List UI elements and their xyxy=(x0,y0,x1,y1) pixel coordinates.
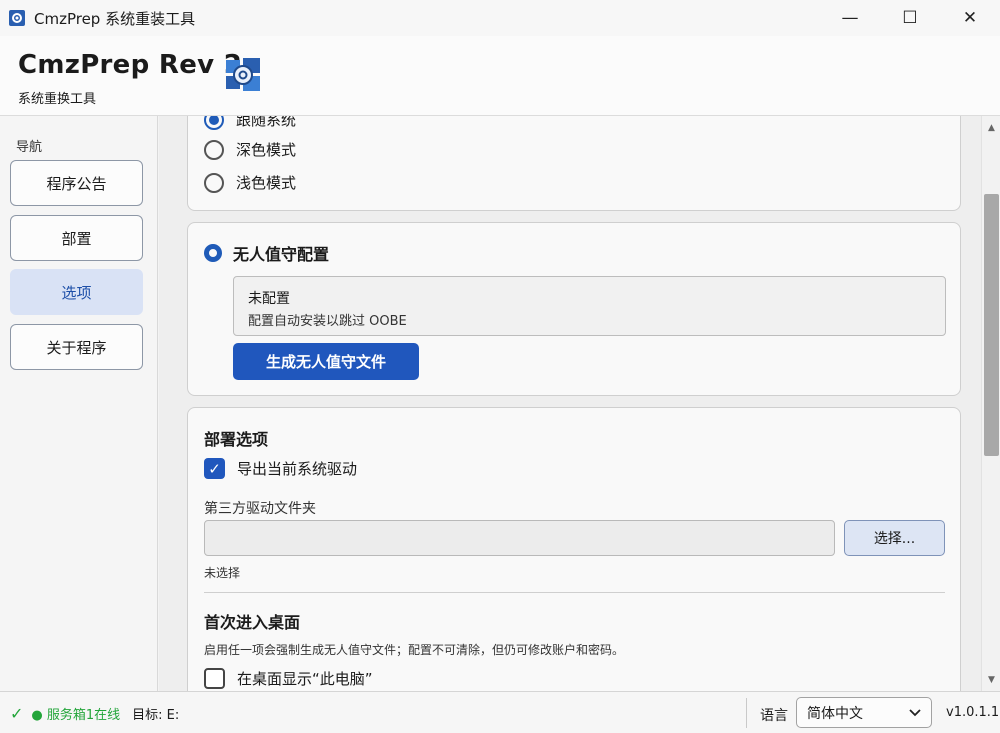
status-bar: ✓ ● 服务箱1在线 目标: E: 语言 简体中文 v1.0.1.1 xyxy=(0,691,1000,733)
generate-unattend-button[interactable]: 生成无人值守文件 xyxy=(233,343,419,380)
show-this-pc-checkbox[interactable]: 在桌面显示“此电脑” xyxy=(204,668,373,689)
unattend-status: 未配置 xyxy=(248,291,290,307)
theme-light-label: 浅色模式 xyxy=(236,174,297,192)
language-value: 简体中文 xyxy=(807,705,863,722)
theme-follow-system-label: 跟随系统 xyxy=(236,116,297,129)
theme-follow-system-radio[interactable]: 跟随系统 xyxy=(204,116,296,130)
windows-gear-logo-icon xyxy=(226,58,260,91)
vertical-scrollbar[interactable]: ▲ ▼ xyxy=(981,116,1000,691)
checkbox-empty-icon xyxy=(204,668,225,689)
theme-card: 跟随系统 深色模式 浅色模式 xyxy=(187,116,961,211)
check-icon: ✓ xyxy=(10,704,24,723)
options-content: 跟随系统 深色模式 浅色模式 无人值守配置 未配置 配置自动安装以跳过 OOBE… xyxy=(159,116,981,691)
radio-unchecked-icon xyxy=(204,139,224,160)
sidebar-nav: 导航 程序公告 部置 选项 关于程序 xyxy=(0,116,158,691)
minimize-button[interactable]: — xyxy=(820,0,880,36)
sidebar-item-options[interactable]: 选项 xyxy=(10,269,143,315)
scroll-thumb[interactable] xyxy=(984,194,999,456)
driver-folder-label: 第三方驱动文件夹 xyxy=(204,501,316,517)
app-gear-icon xyxy=(9,10,25,26)
sidebar-item-deploy[interactable]: 部置 xyxy=(10,215,143,261)
chevron-down-icon xyxy=(909,708,921,716)
maximize-button[interactable]: ☐ xyxy=(880,0,940,36)
sidebar-item-announcements[interactable]: 程序公告 xyxy=(10,160,143,206)
driver-folder-input[interactable] xyxy=(204,520,835,556)
divider xyxy=(204,592,945,593)
close-button[interactable]: ✕ xyxy=(940,0,1000,36)
scroll-up-arrow-icon[interactable]: ▲ xyxy=(982,119,1000,137)
service-online-status: ● 服务箱1在线 xyxy=(31,708,121,723)
export-drivers-label: 导出当前系统驱动 xyxy=(237,460,358,478)
language-label: 语言 xyxy=(760,708,788,724)
window-title: CmzPrep 系统重装工具 xyxy=(34,9,196,28)
folder-not-selected: 未选择 xyxy=(204,566,241,580)
target-drive: 目标: E: xyxy=(132,708,180,723)
first-desktop-description: 启用任一项会强制生成无人值守文件；配置不可清除，但仍可修改账户和密码。 xyxy=(204,643,625,657)
unattend-status-icon xyxy=(204,244,222,262)
language-select[interactable]: 简体中文 xyxy=(796,697,932,728)
unattend-card: 无人值守配置 未配置 配置自动安装以跳过 OOBE 生成无人值守文件 xyxy=(187,222,961,396)
theme-dark-label: 深色模式 xyxy=(236,141,297,159)
choose-folder-button[interactable]: 选择... xyxy=(844,520,945,556)
sidebar-item-about[interactable]: 关于程序 xyxy=(10,324,143,370)
scroll-down-arrow-icon[interactable]: ▼ xyxy=(982,671,1000,689)
radio-unchecked-icon xyxy=(204,172,224,193)
show-this-pc-label: 在桌面显示“此电脑” xyxy=(237,670,373,688)
export-drivers-checkbox[interactable]: ✓ 导出当前系统驱动 xyxy=(204,458,357,479)
app-version: v1.0.1.1 xyxy=(946,705,1000,720)
radio-checked-icon xyxy=(204,116,224,130)
theme-light-radio[interactable]: 浅色模式 xyxy=(204,172,296,193)
status-left: ✓ ● 服务箱1在线 目标: E: xyxy=(10,704,179,723)
checkmark-icon: ✓ xyxy=(204,458,225,479)
status-divider xyxy=(746,698,747,728)
nav-label: 导航 xyxy=(16,140,43,155)
theme-dark-radio[interactable]: 深色模式 xyxy=(204,139,296,160)
unattend-title: 无人值守配置 xyxy=(233,245,330,264)
app-brand: CmzPrep Rev 2 xyxy=(18,50,243,80)
unattend-description: 配置自动安装以跳过 OOBE xyxy=(248,314,407,329)
deploy-options-card: 部署选项 ✓ 导出当前系统驱动 第三方驱动文件夹 选择... 未选择 首次进入桌… xyxy=(187,407,961,691)
title-bar: CmzPrep 系统重装工具 — ☐ ✕ xyxy=(0,0,1000,36)
first-desktop-title: 首次进入桌面 xyxy=(204,613,301,632)
deploy-options-title: 部署选项 xyxy=(204,430,269,449)
app-header: CmzPrep Rev 2 系统重换工具 xyxy=(0,36,1000,116)
app-subtitle: 系统重换工具 xyxy=(18,92,97,107)
unattend-info-box: 未配置 配置自动安装以跳过 OOBE xyxy=(233,276,946,336)
